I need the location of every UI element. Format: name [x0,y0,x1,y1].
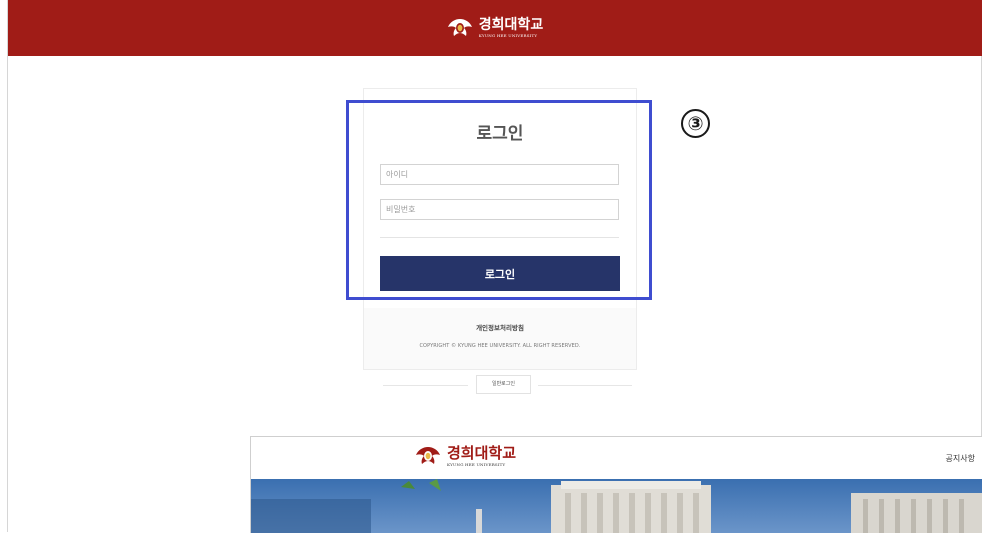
university-emblem-icon [447,19,472,36]
step-marker-badge: ③ [681,109,710,138]
university-emblem-icon [416,447,440,464]
logo-english-text: KYUNG HEE UNIVERSITY [478,33,538,38]
window-left-border [0,0,8,532]
privacy-policy-link[interactable]: 개인정보처리방침 [364,322,636,332]
logo-korean-text: 경희대학교 [478,17,544,33]
general-login-divider-right [538,385,632,386]
highlight-box [346,100,652,300]
notice-link[interactable]: 공지사항 [946,453,975,464]
copyright-text: COPYRIGHT © KYUNG HEE UNIVERSITY. ALL RI… [419,343,581,349]
lower-logo-korean-text: 경희대학교 [447,443,517,462]
general-login-divider-left [383,385,468,386]
top-header: 경희대학교 KYUNG HEE UNIVERSITY [8,0,982,56]
general-login-button[interactable]: 일반로그인 [476,375,531,394]
lower-page-navbar: 경희대학교 KYUNG HEE UNIVERSITY 공지사항 [251,437,982,479]
lower-university-logo[interactable]: 경희대학교 KYUNG HEE UNIVERSITY [415,445,516,467]
lower-page-preview: 경희대학교 KYUNG HEE UNIVERSITY 공지사항 [250,436,982,533]
campus-building-photo [251,479,982,533]
lower-logo-english-text: KYUNG HEE UNIVERSITY [447,461,506,467]
university-logo[interactable]: 경희대학교 KYUNG HEE UNIVERSITY [447,17,543,39]
